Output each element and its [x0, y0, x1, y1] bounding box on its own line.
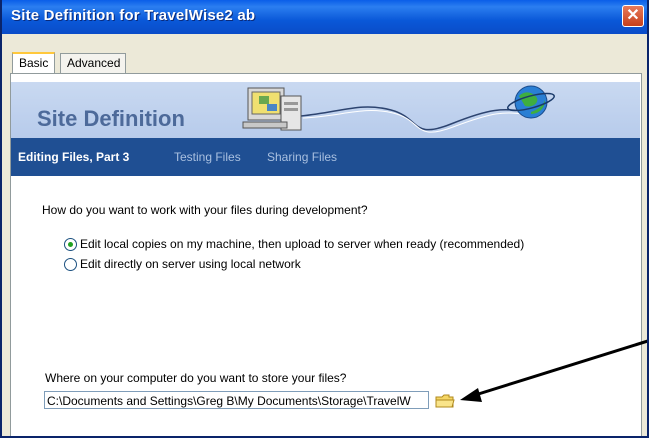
radio-button-selected[interactable] — [64, 238, 77, 251]
close-icon: ✕ — [626, 7, 640, 24]
title-bar[interactable]: Site Definition for TravelWise2 ab ✕ — [2, 0, 647, 34]
browse-folder-button[interactable] — [434, 392, 456, 410]
window-title: Site Definition for TravelWise2 ab — [11, 7, 256, 24]
wizard-step-bar: Editing Files, Part 3 Testing Files Shar… — [11, 138, 640, 176]
step-sharing-files: Sharing Files — [267, 150, 338, 164]
work-question-label: How do you want to work with your files … — [42, 203, 368, 217]
computer-icon — [242, 87, 302, 131]
radio-button[interactable] — [64, 258, 77, 271]
storage-prompt-label: Where on your computer do you want to st… — [45, 371, 347, 385]
tab-advanced[interactable]: Advanced — [60, 53, 126, 74]
tab-basic[interactable]: Basic — [12, 52, 56, 75]
banner-illustration — [242, 85, 555, 133]
step-editing-files: Editing Files, Part 3 — [18, 150, 130, 164]
step-testing-files: Testing Files — [174, 150, 241, 164]
site-definition-window: Site Definition for TravelWise2 ab ✕ Bas… — [0, 0, 649, 438]
local-root-folder-input[interactable]: C:\Documents and Settings\Greg B\My Docu… — [44, 391, 429, 409]
close-button[interactable]: ✕ — [622, 5, 644, 27]
wizard-banner: Site Definition — [11, 82, 640, 138]
option-label[interactable]: Edit directly on server using local netw… — [80, 257, 301, 271]
folder-icon — [435, 394, 455, 408]
tab-strip: Basic Advanced — [2, 34, 647, 75]
option-label[interactable]: Edit local copies on my machine, then up… — [80, 237, 524, 251]
